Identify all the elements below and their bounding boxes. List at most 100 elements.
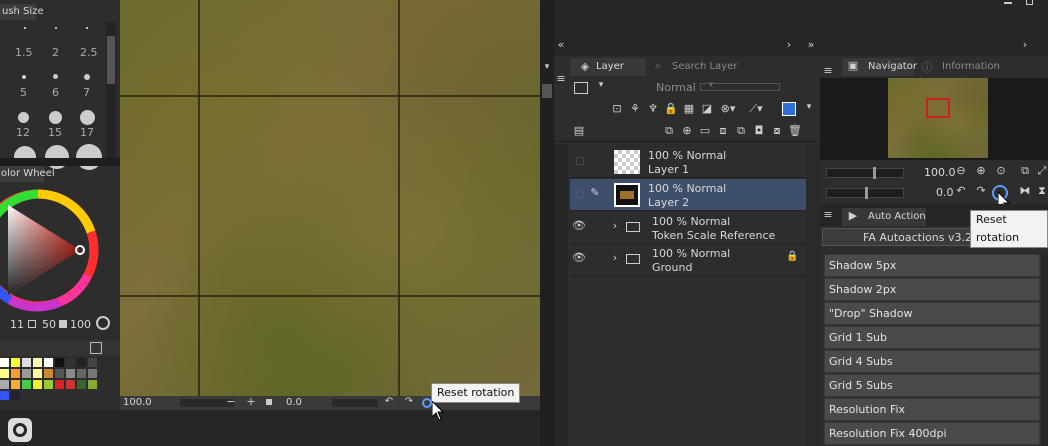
action-grid-4-subs[interactable]: Grid 4 Subs (824, 350, 1040, 373)
canvas-zoom-value[interactable]: 100.0 (123, 397, 152, 408)
new-folder-icon[interactable]: ▭ (698, 124, 712, 137)
tab-information[interactable]: ⓘ Information (916, 58, 1006, 76)
layer-row-layer-2[interactable]: ✎ 100 % Normal Layer 2 (570, 179, 806, 211)
new-raster-layer-icon[interactable]: ⧉ (662, 124, 676, 138)
chevron-down-icon[interactable]: ▾ (542, 62, 552, 72)
chevron-right-icon[interactable]: › (610, 251, 620, 264)
action-list: Shadow 5px Shadow 2px "Drop" Shadow Grid… (824, 254, 1040, 446)
color-set-menu-icon[interactable] (90, 342, 102, 354)
draft-layer-icon[interactable]: ⚘ (628, 102, 642, 115)
action-resolution-fix-400dpi[interactable]: Resolution Fix 400dpi (824, 422, 1040, 445)
ruler-options-icon[interactable]: ⟋▾ (746, 102, 766, 116)
action-shadow-5px[interactable]: Shadow 5px (824, 254, 1040, 277)
reference-layer-icon[interactable]: ⊡ (610, 102, 624, 115)
canvas[interactable] (120, 0, 540, 396)
lock-transparent-icon[interactable]: ▦ (682, 102, 696, 115)
chevron-down-icon[interactable]: ▾ (596, 80, 606, 90)
action-shadow-2px[interactable]: Shadow 2px (824, 278, 1040, 301)
flip-icon[interactable]: ⧉ (1018, 164, 1032, 178)
ground-mode: 100 % Normal (652, 247, 731, 260)
navigator-preview[interactable] (820, 78, 1048, 160)
color-settings-icon[interactable] (96, 316, 110, 330)
layer-1-mode: 100 % Normal (648, 149, 727, 162)
action-grid-5-subs[interactable]: Grid 5 Subs (824, 374, 1040, 397)
eye-icon[interactable]: 👁 (572, 251, 586, 264)
menu-icon[interactable]: ≡ (822, 208, 834, 221)
mask-icon[interactable]: ◪ (700, 102, 714, 115)
collapse-right-icon[interactable]: › (1020, 38, 1030, 51)
maximize-icon[interactable] (1026, 0, 1033, 5)
mask-options-icon[interactable]: ⊗▾ (718, 102, 738, 115)
action-grid-1-sub[interactable]: Grid 1 Sub (824, 326, 1040, 349)
zoom-fit-icon[interactable] (266, 399, 272, 405)
minimize-icon[interactable] (1004, 2, 1012, 4)
tab-layer-label: Layer (596, 61, 624, 72)
rotation-slider[interactable] (826, 187, 904, 199)
layer-mask-icon[interactable]: ◘ (752, 124, 766, 137)
clip-layer-icon[interactable]: ♆ (646, 102, 660, 115)
brush-size-palette[interactable]: 1.5 2 2.5 5 6 7 12 15 17 (0, 22, 105, 170)
zoom-in-icon[interactable]: ⊕ (974, 164, 988, 177)
visibility-toggle[interactable] (576, 157, 584, 165)
blend-mode-select[interactable]: Normal (656, 81, 696, 94)
layer-toolbar-2: ▤ ⧉ ⊕ ▭ ⧈ ⧉ ◘ ⧇ 🗑 (554, 122, 820, 142)
saturation-value: 50 (42, 318, 56, 331)
action-list-scrollbar[interactable] (1042, 254, 1048, 446)
collapse-right-icon[interactable]: › (784, 38, 794, 51)
thumbnail-transparent (614, 150, 640, 174)
menu-icon[interactable]: ≡ (822, 64, 834, 77)
action-drop-shadow[interactable]: "Drop" Shadow (824, 302, 1040, 325)
tab-search-layer[interactable]: ⌕ Search Layer (646, 58, 738, 76)
rotate-right-icon[interactable]: ↷ (974, 184, 988, 197)
collapse-left-icon[interactable]: « (556, 38, 566, 51)
trash-icon[interactable]: 🗑 (788, 124, 802, 137)
canvas-right-scrollbar[interactable]: ▾ (540, 0, 554, 446)
brush-size-6: 6 (52, 86, 59, 99)
tab-layer[interactable]: ◈ Layer (570, 58, 646, 76)
rotate-left-icon[interactable]: ↶ (954, 184, 968, 197)
visibility-toggle[interactable] (576, 190, 584, 198)
layer-list-scrollbar[interactable] (806, 146, 820, 446)
color-set-palette[interactable] (0, 358, 108, 402)
flip-vertical-icon[interactable]: ⧗ (1036, 184, 1048, 198)
eye-icon[interactable]: 👁 (572, 219, 586, 232)
zoom-out-icon[interactable]: − (226, 395, 236, 408)
apply-mask-icon[interactable]: ⧇ (770, 124, 784, 138)
transfer-down-icon[interactable]: ⧈ (716, 124, 730, 138)
layer-color-swatch-icon[interactable] (782, 102, 796, 116)
flip-horizontal-icon[interactable]: ⧓ (1018, 184, 1032, 197)
layer-list-menu-icon[interactable]: ▤ (572, 124, 586, 137)
brush-size-scrollbar[interactable] (106, 22, 116, 158)
opacity-slider[interactable] (700, 83, 780, 91)
auto-action-title: Auto Action (868, 211, 926, 222)
canvas-rotation-value[interactable]: 0.0 (286, 397, 302, 408)
menu-icon[interactable]: ≡ (555, 72, 567, 85)
rotate-right-icon[interactable]: ↷ (404, 396, 414, 407)
merge-layer-icon[interactable]: ⧉ (734, 124, 748, 138)
rotate-left-icon[interactable]: ↶ (384, 396, 394, 407)
layer-color-icon[interactable] (574, 82, 588, 94)
token-scale-name: Token Scale Reference (652, 229, 776, 242)
chevron-down-icon[interactable]: ▾ (804, 102, 814, 112)
zoom-out-icon[interactable]: ⊖ (954, 164, 968, 177)
fullscreen-icon[interactable]: ⤢ (1036, 164, 1048, 178)
app-logo-icon[interactable] (8, 418, 32, 442)
lock-icon[interactable]: 🔒 (664, 102, 678, 115)
layer-row-ground[interactable]: 👁 › 100 % Normal Ground 🔒 (570, 244, 806, 276)
action-resolution-fix[interactable]: Resolution Fix (824, 398, 1040, 421)
layer-row-token-scale-reference[interactable]: 👁 › 100 % Normal Token Scale Reference (570, 212, 806, 244)
zoom-in-icon[interactable]: + (246, 395, 256, 408)
tab-navigator[interactable]: ▣ Navigator (842, 58, 917, 76)
color-wheel[interactable] (0, 185, 100, 315)
viewport-indicator[interactable] (926, 98, 950, 118)
lock-icon[interactable]: 🔒 (786, 251, 798, 262)
navigator-zoom-row: 100.0 ⊖ ⊕ ⊙ ⧉ ⤢ (820, 164, 1048, 182)
double-chevron-icon[interactable]: » (806, 38, 816, 51)
zoom-slider[interactable] (826, 167, 904, 179)
fit-icon[interactable]: ⊙ (994, 164, 1008, 177)
layer-row-layer-1[interactable]: 100 % Normal Layer 1 (570, 146, 806, 178)
folder-icon (626, 222, 640, 232)
chevron-right-icon[interactable]: › (610, 219, 620, 232)
tab-auto-action[interactable]: ▶ Auto Action (842, 208, 926, 226)
new-vector-layer-icon[interactable]: ⊕ (680, 124, 694, 137)
